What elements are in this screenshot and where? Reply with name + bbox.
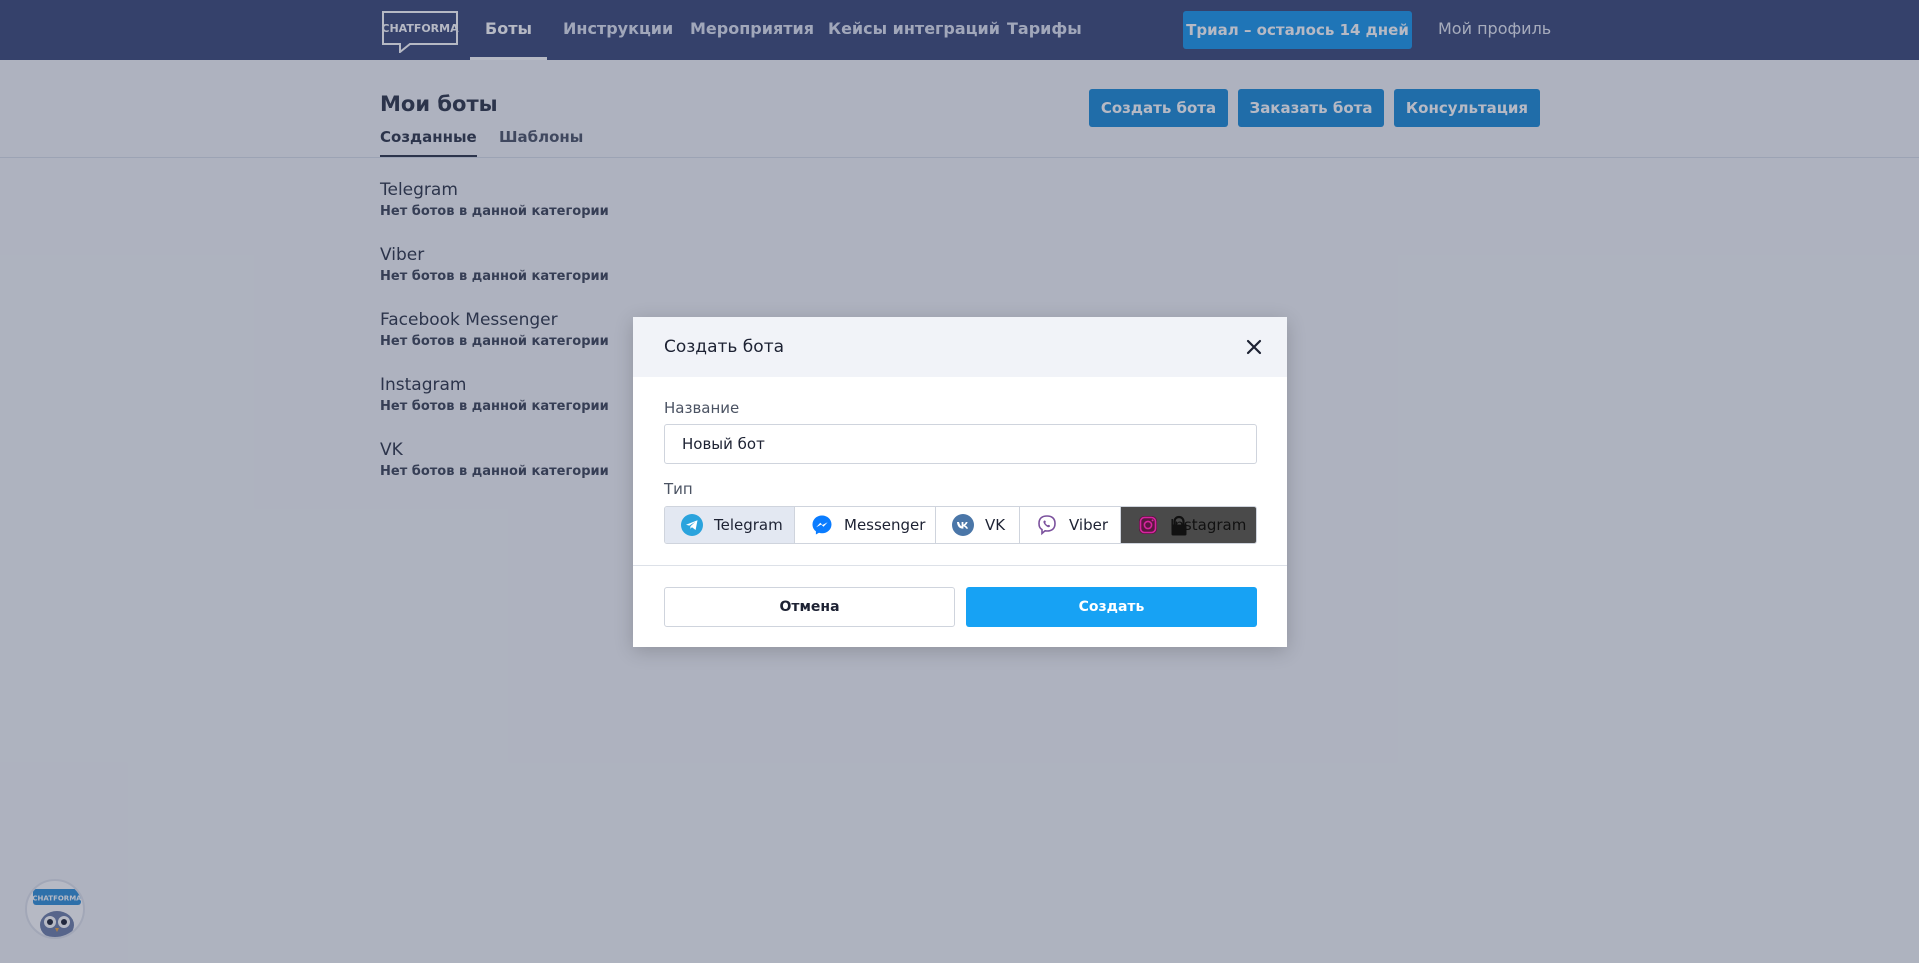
type-option-instagram[interactable]: Instagram <box>1121 507 1256 543</box>
create-button[interactable]: Создать <box>966 587 1257 627</box>
modal-title: Создать бота <box>664 337 785 357</box>
type-option-telegram[interactable]: Telegram <box>665 507 795 543</box>
lock-icon <box>1171 515 1187 536</box>
type-option-label: Telegram <box>714 516 783 534</box>
bot-name-input[interactable] <box>664 424 1257 464</box>
type-option-viber[interactable]: Viber <box>1020 507 1121 543</box>
create-bot-modal: Создать бота Название Тип Telegram Messe… <box>633 317 1287 647</box>
vk-icon <box>952 514 974 536</box>
type-option-label: VK <box>985 516 1006 534</box>
type-option-label: Messenger <box>844 516 926 534</box>
type-option-vk[interactable]: VK <box>936 507 1020 543</box>
messenger-icon <box>812 515 832 535</box>
name-label: Название <box>664 399 740 417</box>
modal-header: Создать бота <box>633 317 1287 377</box>
type-option-label: Viber <box>1069 516 1109 534</box>
type-option-messenger[interactable]: Messenger <box>795 507 936 543</box>
modal-divider <box>633 565 1287 566</box>
type-label: Тип <box>664 480 693 498</box>
viber-icon <box>1038 515 1056 536</box>
close-icon[interactable] <box>1243 336 1265 358</box>
bot-type-selector: Telegram Messenger VK Viber Instagram <box>664 506 1257 544</box>
cancel-button[interactable]: Отмена <box>664 587 955 627</box>
instagram-icon <box>1139 516 1157 534</box>
telegram-icon <box>681 514 703 536</box>
